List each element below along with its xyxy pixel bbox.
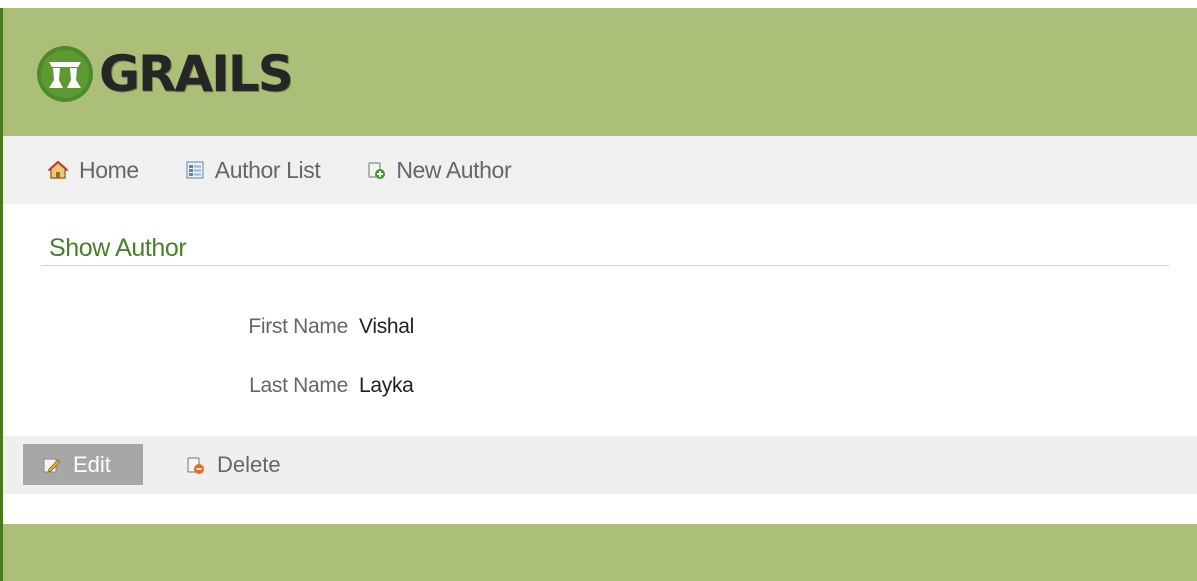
edit-button-label: Edit [73, 451, 111, 477]
nav-new-author[interactable]: New Author [366, 156, 512, 184]
page-title: Show Author [49, 234, 187, 262]
first-name-value: Vishal [359, 315, 415, 338]
logo-text: GRAILS [99, 45, 294, 103]
grails-cup-logo-icon [37, 46, 93, 102]
page-frame: GRAILS Home Author List New Author Show … [0, 8, 1197, 581]
header: GRAILS [3, 8, 1197, 136]
nav-author-list[interactable]: Author List [185, 157, 321, 184]
first-name-label: First Name [248, 315, 348, 338]
last-name-label: Last Name [249, 374, 348, 397]
delete-button[interactable]: Delete [185, 444, 281, 485]
delete-button-label: Delete [217, 451, 281, 477]
last-name-value: Layka [359, 374, 414, 397]
property-row-last-name: Last Name Layka [3, 371, 603, 401]
property-row-first-name: First Name Vishal [3, 312, 603, 342]
delete-document-icon [187, 456, 204, 474]
grails-logo[interactable]: GRAILS [35, 44, 294, 104]
edit-button[interactable]: Edit [23, 444, 143, 485]
list-icon [186, 161, 204, 179]
nav-home[interactable]: Home [47, 157, 139, 184]
button-bar: Edit Delete [3, 436, 1197, 494]
nav-home-label: Home [79, 156, 139, 183]
nav-new-author-label: New Author [396, 156, 512, 183]
home-icon [47, 160, 69, 179]
nav-author-list-label: Author List [214, 156, 321, 183]
pencil-icon [43, 458, 61, 473]
page-heading: Show Author [41, 231, 1169, 266]
nav-bar: Home Author List New Author [3, 136, 1197, 204]
new-document-icon [368, 162, 386, 179]
footer [3, 524, 1197, 581]
